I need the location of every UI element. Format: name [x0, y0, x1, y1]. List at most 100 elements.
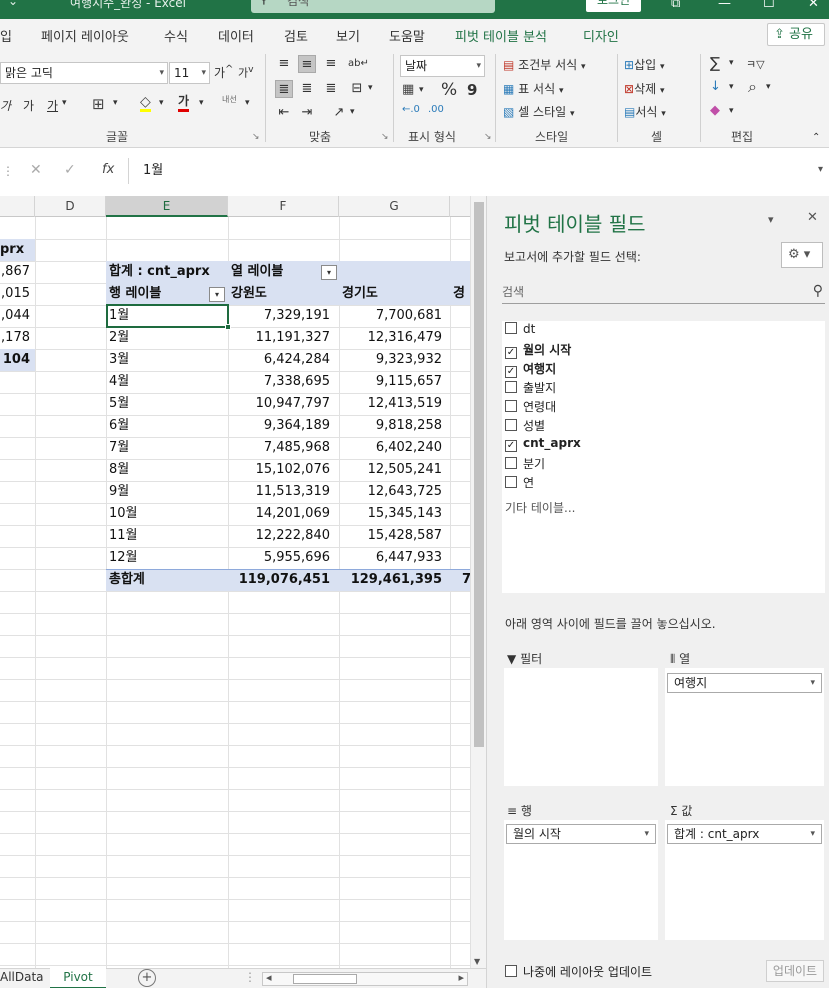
- tab-help[interactable]: 도움말: [389, 26, 425, 45]
- pivot-value-cell[interactable]: 12,413,519: [339, 393, 442, 415]
- cell-styles-button[interactable]: ▧ 셀 스타일 ▾: [503, 103, 575, 120]
- format-as-table-button[interactable]: ▦ 표 서식 ▾: [503, 80, 563, 97]
- pivot-row-label[interactable]: 4월: [109, 371, 224, 393]
- field-checkbox-item[interactable]: 성별: [505, 417, 545, 435]
- field-checkbox-item[interactable]: 분기: [505, 455, 545, 473]
- pivot-value-cell[interactable]: 5,955,696: [228, 547, 330, 569]
- expand-formula-bar-icon[interactable]: ▾: [818, 164, 823, 175]
- align-right-icon[interactable]: ≣: [322, 80, 340, 98]
- left-col-total[interactable]: 104: [0, 349, 30, 371]
- checkbox-icon[interactable]: [505, 419, 517, 431]
- rows-drop-area[interactable]: 월의 시작 ▾: [504, 820, 658, 940]
- format-cells-button[interactable]: ▤서식 ▾: [624, 103, 666, 120]
- formula-input[interactable]: 1월: [128, 158, 823, 184]
- tab-review[interactable]: 검토: [284, 26, 308, 45]
- scroll-down-icon[interactable]: ▼: [474, 957, 480, 966]
- pivot-total-cell[interactable]: 7: [462, 569, 470, 591]
- columns-area-item[interactable]: 여행지 ▾: [667, 673, 822, 693]
- pivot-value-cell[interactable]: 7,338,695: [228, 371, 330, 393]
- font-size-select[interactable]: 11 ▾: [169, 62, 210, 84]
- defer-layout-update-checkbox[interactable]: 나중에 레이아웃 업데이트: [505, 963, 652, 980]
- pivot-value-cell[interactable]: 6,424,284: [228, 349, 330, 371]
- font-name-select[interactable]: 맑은 고딕 ▾: [0, 62, 168, 84]
- checkbox-icon[interactable]: [505, 381, 517, 393]
- column-header-g[interactable]: G: [339, 196, 450, 217]
- values-drop-area[interactable]: 합계 : cnt_aprx ▾: [665, 820, 824, 940]
- fill-color-icon[interactable]: ◇: [140, 95, 151, 112]
- field-checkbox-item[interactable]: ✓ 월의 시작: [505, 341, 571, 359]
- font-color-icon[interactable]: 가: [178, 94, 190, 112]
- pivot-row-label[interactable]: 8월: [109, 459, 224, 481]
- pivot-total-cell[interactable]: 129,461,395: [339, 569, 442, 591]
- chevron-down-icon[interactable]: ▾: [766, 82, 771, 92]
- pivot-value-cell[interactable]: 7,329,191: [228, 305, 330, 327]
- left-col-header[interactable]: prx: [0, 239, 35, 261]
- number-dialog-launcher-icon[interactable]: ↘: [484, 132, 492, 142]
- field-checkbox-item[interactable]: dt: [505, 322, 535, 340]
- pivot-column-header[interactable]: 경: [453, 283, 470, 305]
- delete-cells-button[interactable]: ⊠삭제 ▾: [624, 80, 665, 97]
- font-dialog-launcher-icon[interactable]: ↘: [252, 132, 260, 142]
- column-header-c[interactable]: [0, 196, 35, 217]
- pivot-value-cell[interactable]: 11,191,327: [228, 327, 330, 349]
- horizontal-scroll-thumb[interactable]: [293, 974, 357, 984]
- align-middle-icon[interactable]: ≡: [298, 55, 316, 73]
- left-col-cell[interactable]: ,044: [0, 305, 30, 327]
- cancel-icon[interactable]: ✕: [30, 162, 42, 178]
- pivot-row-label[interactable]: 3월: [109, 349, 224, 371]
- left-col-cell[interactable]: ,178: [0, 327, 30, 349]
- pivot-total-cell[interactable]: 119,076,451: [228, 569, 330, 591]
- increase-indent-icon[interactable]: ⇥: [298, 104, 316, 122]
- pivot-value-cell[interactable]: 7,485,968: [228, 437, 330, 459]
- pivot-value-label[interactable]: 합계 : cnt_aprx: [109, 261, 228, 283]
- insert-function-icon[interactable]: fx: [102, 162, 114, 177]
- align-left-icon[interactable]: ≣: [275, 80, 293, 98]
- sort-filter-icon[interactable]: ㅋ▽: [746, 56, 765, 72]
- pivot-value-cell[interactable]: 15,345,143: [339, 503, 442, 525]
- shrink-font-button[interactable]: 가v: [238, 64, 254, 81]
- pivot-value-cell[interactable]: 14,201,069: [228, 503, 330, 525]
- pivot-row-label[interactable]: 10월: [109, 503, 224, 525]
- chevron-down-icon[interactable]: ▾: [350, 107, 355, 117]
- border-icon[interactable]: ⊞: [92, 95, 105, 113]
- strikethrough-button[interactable]: 가: [23, 97, 34, 114]
- field-checkbox-item[interactable]: 연: [505, 474, 534, 492]
- chevron-down-icon[interactable]: ▾: [644, 825, 649, 843]
- column-header-f[interactable]: F: [228, 196, 339, 217]
- field-checkbox-item[interactable]: ✓ cnt_aprx: [505, 436, 581, 454]
- column-header-d[interactable]: D: [35, 196, 106, 217]
- update-button[interactable]: 업데이트: [766, 960, 824, 982]
- align-top-icon[interactable]: ≡: [275, 55, 293, 73]
- checkbox-icon[interactable]: [505, 476, 517, 488]
- percent-style-button[interactable]: %: [441, 80, 457, 100]
- add-sheet-icon[interactable]: +: [138, 969, 156, 987]
- pivot-value-cell[interactable]: 9,364,189: [228, 415, 330, 437]
- underline-button[interactable]: 가: [47, 97, 58, 114]
- pivot-value-cell[interactable]: 9,323,932: [339, 349, 442, 371]
- vertical-scrollbar[interactable]: ▼: [470, 196, 486, 968]
- chevron-down-icon[interactable]: ▾: [368, 83, 373, 93]
- more-tables-link[interactable]: 기타 테이블...: [505, 499, 575, 516]
- restore-display-icon[interactable]: ⧉: [671, 0, 680, 11]
- chevron-down-icon[interactable]: ▾: [159, 98, 164, 108]
- tab-formulas[interactable]: 수식: [164, 26, 188, 45]
- minimize-button[interactable]: —: [718, 0, 731, 11]
- tab-data[interactable]: 데이터: [218, 26, 254, 45]
- left-col-cell[interactable]: ,867: [0, 261, 30, 283]
- pivot-value-cell[interactable]: 9,818,258: [339, 415, 442, 437]
- pivot-column-header[interactable]: 경기도: [342, 283, 447, 305]
- pivot-row-label[interactable]: 7월: [109, 437, 224, 459]
- search-box[interactable]: ⚲ 검색: [251, 0, 495, 13]
- pivot-value-cell[interactable]: 12,643,725: [339, 481, 442, 503]
- fill-handle[interactable]: [225, 324, 231, 330]
- columns-drop-area[interactable]: 여행지 ▾: [665, 668, 824, 786]
- scroll-right-icon[interactable]: ▸: [458, 971, 464, 984]
- alignment-dialog-launcher-icon[interactable]: ↘: [381, 132, 389, 142]
- active-cell-selection[interactable]: [106, 304, 231, 330]
- pivot-row-label[interactable]: 6월: [109, 415, 224, 437]
- pivot-value-cell[interactable]: 12,505,241: [339, 459, 442, 481]
- column-header-e[interactable]: E: [106, 196, 228, 217]
- insert-cells-button[interactable]: ⊞삽입 ▾: [624, 56, 665, 73]
- pivot-total-label[interactable]: 총합계: [109, 569, 228, 591]
- name-box-splitter[interactable]: ⋮: [2, 164, 14, 178]
